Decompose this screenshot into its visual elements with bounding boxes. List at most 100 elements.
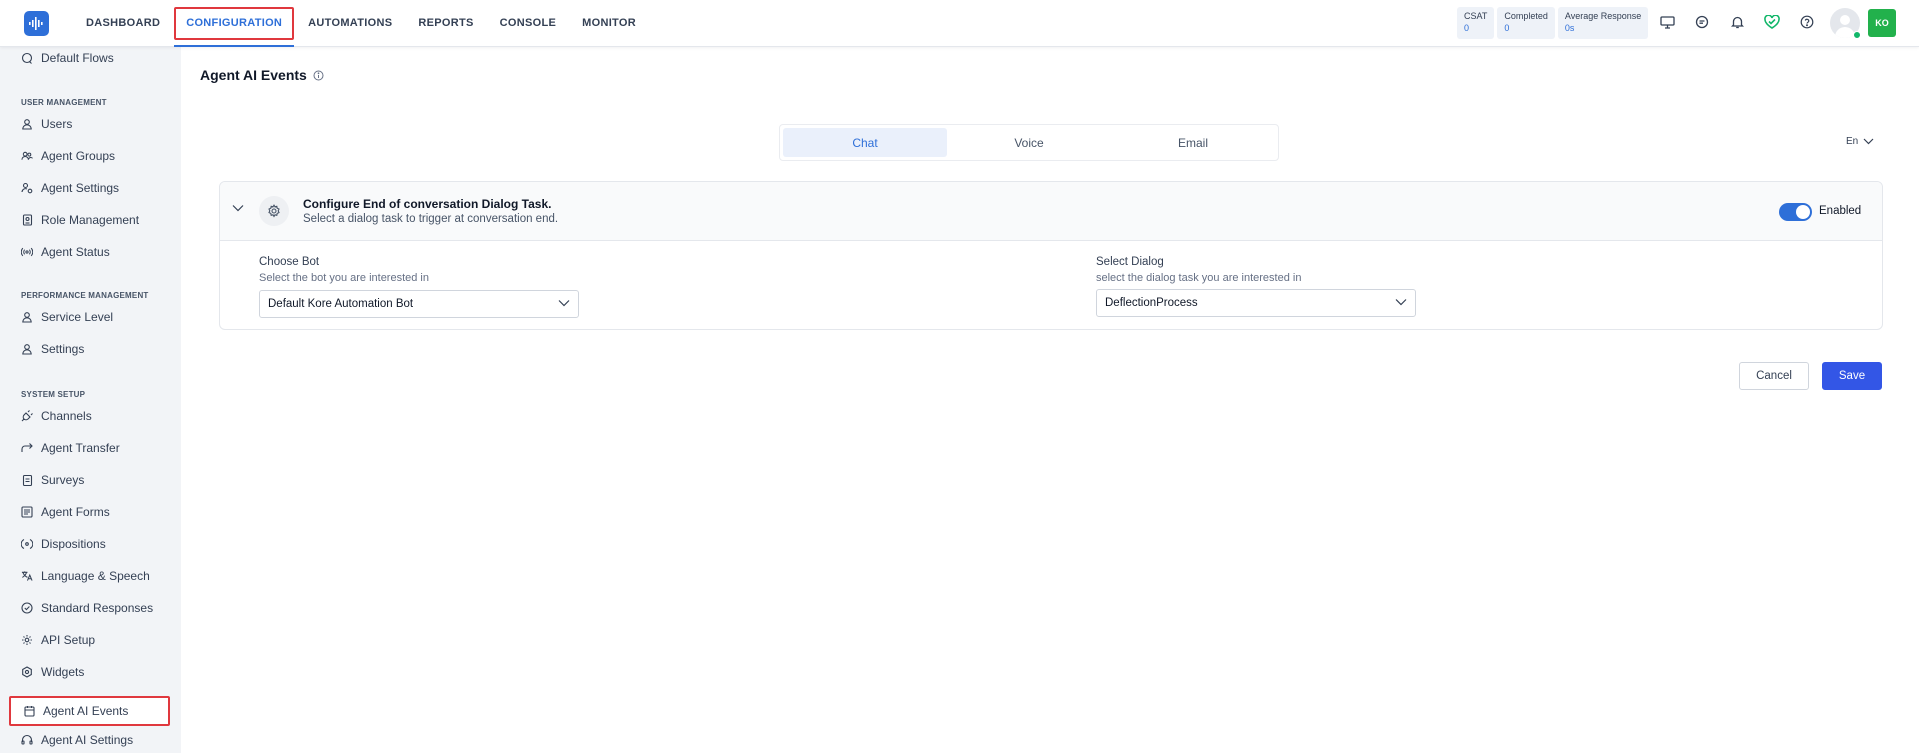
sidebar-item-default-flows[interactable]: Default Flows [10,45,170,71]
id-badge-icon [21,214,33,226]
metric-label: Completed [1504,11,1548,21]
cancel-button[interactable]: Cancel [1739,362,1809,390]
sidebar-item-agent-transfer[interactable]: Agent Transfer [10,435,170,461]
sidebar-item-service-level[interactable]: Service Level [10,304,170,330]
nav-reports[interactable]: REPORTS [406,0,485,47]
bot-select[interactable]: Default Kore Automation Bot [259,290,579,318]
sidebar-item-agent-status[interactable]: Agent Status [10,239,170,265]
nav-monitor[interactable]: MONITOR [570,0,648,47]
chat-icon[interactable] [1690,10,1714,34]
sidebar-item-standard-responses[interactable]: Standard Responses [10,595,170,621]
enabled-toggle[interactable] [1779,203,1812,221]
plug-icon [21,410,33,422]
user-icon [21,118,33,130]
user-icon [21,311,33,323]
monitor-icon[interactable] [1655,10,1679,34]
help-icon[interactable] [1795,10,1819,34]
heart-check-icon[interactable] [1760,10,1784,34]
choose-bot-hint: Select the bot you are interested in [259,272,429,284]
sidebar-item-agent-settings[interactable]: Agent Settings [10,175,170,201]
sidebar-item-agent-ai-settings[interactable]: Agent AI Settings [10,727,170,753]
sidebar-item-label: Agent Settings [41,181,120,195]
chevron-down-icon [558,300,570,307]
sidebar-item-surveys[interactable]: Surveys [10,467,170,493]
sidebar-item-label: Standard Responses [41,601,154,615]
group-icon [21,150,33,162]
metric-value: 0 [1464,23,1470,33]
save-button[interactable]: Save [1822,362,1882,390]
headset-icon [21,734,33,746]
sidebar-item-label: Channels [41,409,92,423]
tab-chat[interactable]: Chat [783,128,947,157]
dialog-select[interactable]: DeflectionProcess [1096,289,1416,317]
sidebar-item-language-speech[interactable]: Language & Speech [10,563,170,589]
sidebar-item-label: Agent Transfer [41,441,120,455]
nav-console[interactable]: CONSOLE [488,0,569,47]
language-value: En [1846,136,1859,147]
dialog-select-value: DeflectionProcess [1105,297,1198,309]
section-system-setup: SYSTEM SETUP [21,390,86,399]
sidebar-item-agent-groups[interactable]: Agent Groups [10,143,170,169]
card-header: Configure End of conversation Dialog Tas… [220,182,1882,241]
sidebar-item-label: Language & Speech [41,569,150,583]
gear-icon [21,666,33,678]
choose-bot-label: Choose Bot [259,256,320,268]
info-icon[interactable] [313,70,324,81]
sidebar-item-label: Agent Status [41,245,110,259]
enabled-label: Enabled [1819,205,1862,217]
nav-automations[interactable]: AUTOMATIONS [296,0,404,47]
gear-icon [259,196,289,226]
sidebar-item-dispositions[interactable]: Dispositions [10,531,170,557]
sidebar-item-agent-forms[interactable]: Agent Forms [10,499,170,525]
form-icon [21,506,33,518]
sidebar-item-api-setup[interactable]: API Setup [10,627,170,653]
sidebar-item-label: Default Flows [41,51,114,65]
top-bar: DASHBOARD CONFIGURATION AUTOMATIONS REPO… [0,0,1919,47]
sidebar-item-label: Agent Groups [41,149,116,163]
sidebar: Default Flows USER MANAGEMENT Users Agen… [0,47,181,753]
dialog-task-card: Configure End of conversation Dialog Tas… [219,181,1883,330]
app-logo-icon[interactable] [24,11,49,36]
chevron-down-icon[interactable] [232,204,244,212]
metric-value: 0s [1564,23,1575,33]
card-title: Configure End of conversation Dialog Tas… [303,197,552,211]
account-badge[interactable]: KO [1868,9,1896,37]
sidebar-item-label: Agent AI Events [43,704,129,718]
main-nav: DASHBOARD CONFIGURATION AUTOMATIONS REPO… [74,0,648,47]
sidebar-item-users[interactable]: Users [10,111,170,137]
user-gear-icon [21,182,33,194]
gear-icon [21,634,33,646]
channel-tabs: Chat Voice Email [779,124,1279,161]
metric-average-response: Average Response 0s [1557,7,1649,39]
sidebar-item-label: Service Level [41,310,114,324]
metric-label: Average Response [1564,11,1642,21]
language-select[interactable]: En [1846,136,1874,147]
sidebar-item-settings[interactable]: Settings [10,336,170,362]
nav-dashboard[interactable]: DASHBOARD [74,0,172,47]
metric-label: CSAT [1464,11,1488,21]
top-icons [1655,10,1819,34]
calendar-icon [23,705,35,717]
tab-email[interactable]: Email [1111,128,1275,157]
sidebar-item-label: Dispositions [41,537,106,551]
disposition-icon [21,538,33,550]
sidebar-item-channels[interactable]: Channels [10,403,170,429]
sidebar-item-role-management[interactable]: Role Management [10,207,170,233]
transfer-arrow-icon [21,442,33,454]
sidebar-item-agent-ai-events[interactable]: Agent AI Events [9,696,170,726]
bell-icon[interactable] [1725,10,1749,34]
nav-configuration[interactable]: CONFIGURATION [174,0,295,47]
tab-voice[interactable]: Voice [947,128,1111,157]
select-dialog-hint: select the dialog task you are intereste… [1096,272,1302,284]
bot-select-value: Default Kore Automation Bot [268,298,414,310]
page-title: Agent AI Events [200,67,324,83]
select-dialog-label: Select Dialog [1096,256,1164,268]
highlight-box [174,7,295,40]
clipboard-icon [21,474,33,486]
sidebar-item-label: Agent Forms [41,505,110,519]
chevron-down-icon [1863,138,1874,145]
sidebar-item-widgets[interactable]: Widgets [10,659,170,685]
section-user-management: USER MANAGEMENT [21,98,107,107]
page-title-text: Agent AI Events [200,67,307,83]
sidebar-item-label: Users [41,117,73,131]
